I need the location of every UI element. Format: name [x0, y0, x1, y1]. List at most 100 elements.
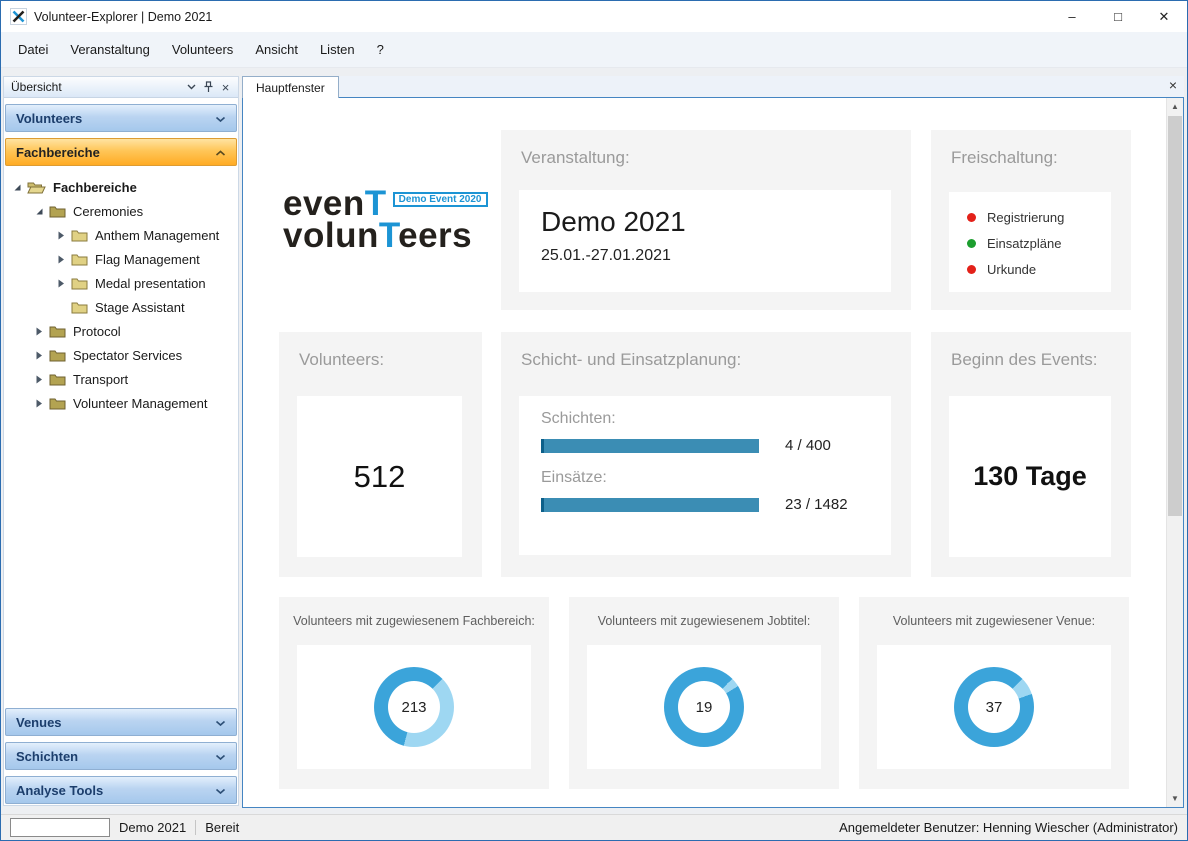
freischaltung-legend: Registrierung Einsatzpläne Urkunde: [949, 192, 1111, 282]
tree-collapsed-icon[interactable]: [57, 231, 71, 240]
folder-icon: [49, 397, 66, 410]
beginn-card: Beginn des Events: 130 Tage: [931, 332, 1131, 577]
donut-title-venue: Volunteers mit zugewiesener Venue:: [865, 614, 1123, 628]
volunteers-title: Volunteers:: [299, 350, 384, 370]
panel-menu-chevron-icon[interactable]: [183, 79, 200, 96]
sidebar-group-venues-label: Venues: [16, 715, 62, 730]
sidebar-group-analyse-tools[interactable]: Analyse Tools: [5, 776, 237, 804]
tree-expanded-icon[interactable]: [13, 183, 27, 192]
schichten-label: Schichten:: [541, 410, 891, 428]
schichten-progress-row: 4 / 400: [541, 437, 891, 454]
tree-item-label: Spectator Services: [73, 348, 182, 363]
status-dot-green: [967, 239, 976, 248]
days-until-event: 130 Tage: [973, 461, 1087, 492]
tree-collapsed-icon[interactable]: [35, 375, 49, 384]
donut-chart-fachbereich: 213: [374, 667, 454, 747]
freischaltung-title: Freischaltung:: [951, 148, 1058, 168]
app-window: Volunteer-Explorer | Demo 2021 – □ ✕ Dat…: [0, 0, 1188, 841]
status-dot-red: [967, 265, 976, 274]
menu-item-hilfe[interactable]: ?: [366, 37, 395, 62]
menu-item-datei[interactable]: Datei: [7, 37, 59, 62]
sidebar-group-analyse-tools-label: Analyse Tools: [16, 783, 103, 798]
tree-item-label: Protocol: [73, 324, 121, 339]
tree-item-protocol[interactable]: Protocol: [4, 319, 238, 343]
einsaetze-progress-value: 23 / 1482: [785, 496, 848, 513]
tree-collapsed-icon[interactable]: [35, 351, 49, 360]
tree-item-label: Stage Assistant: [95, 300, 185, 315]
tree-collapsed-icon[interactable]: [57, 255, 71, 264]
donut-value-jobtitel: 19: [696, 699, 713, 716]
tree-item-anthem-management[interactable]: Anthem Management: [4, 223, 238, 247]
menu-item-volunteers[interactable]: Volunteers: [161, 37, 244, 62]
sidebar-group-volunteers[interactable]: Volunteers: [5, 104, 237, 132]
veranstaltung-title: Veranstaltung:: [521, 148, 630, 168]
legend-item-registrierung: Registrierung: [967, 204, 1111, 230]
statusbar-user: Angemeldeter Benutzer: Henning Wiescher …: [839, 820, 1178, 835]
donut-chart-jobtitel: 19: [664, 667, 744, 747]
vertical-scrollbar[interactable]: ▲ ▼: [1166, 98, 1183, 807]
menu-item-ansicht[interactable]: Ansicht: [244, 37, 309, 62]
event-name: Demo 2021: [541, 206, 891, 238]
sidebar-group-schichten[interactable]: Schichten: [5, 742, 237, 770]
sidebar-group-fachbereiche[interactable]: Fachbereiche: [5, 138, 237, 166]
tree-item-spectator-services[interactable]: Spectator Services: [4, 343, 238, 367]
donut-value-fachbereich: 213: [401, 699, 426, 716]
folder-icon: [71, 229, 88, 242]
scroll-down-icon[interactable]: ▼: [1167, 790, 1183, 807]
main-area: Hauptfenster × evenTDemo Event 2020 volu…: [242, 76, 1184, 808]
folder-icon: [71, 253, 88, 266]
tab-close-icon[interactable]: ×: [1169, 78, 1177, 92]
scroll-up-icon[interactable]: ▲: [1167, 98, 1183, 115]
donut-title-jobtitel: Volunteers mit zugewiesenem Jobtitel:: [575, 614, 833, 628]
tree-collapsed-icon[interactable]: [35, 327, 49, 336]
tree-item-ceremonies[interactable]: Ceremonies: [4, 199, 238, 223]
volunteers-count: 512: [354, 459, 406, 495]
scrollbar-thumb[interactable]: [1168, 116, 1182, 516]
tree-collapsed-icon[interactable]: [35, 399, 49, 408]
panel-close-icon[interactable]: ×: [217, 79, 234, 96]
tree-item-label: Fachbereiche: [53, 180, 137, 195]
tree-item-fachbereiche[interactable]: Fachbereiche: [4, 175, 238, 199]
folder-icon: [49, 349, 66, 362]
statusbar-input[interactable]: [10, 818, 110, 837]
einsaetze-progress-row: 23 / 1482: [541, 496, 891, 513]
schichten-progress-value: 4 / 400: [785, 437, 831, 454]
volunteers-card: Volunteers: 512: [279, 332, 482, 577]
donut-card-fachbereich: Volunteers mit zugewiesenem Fachbereich:…: [279, 597, 549, 789]
app-icon: [10, 8, 27, 25]
folder-icon: [49, 325, 66, 338]
einsaetze-progress-bar: [541, 498, 759, 512]
close-button[interactable]: ✕: [1141, 1, 1187, 32]
tree-item-volunteer-management[interactable]: Volunteer Management: [4, 391, 238, 415]
tree-item-transport[interactable]: Transport: [4, 367, 238, 391]
sidebar-group-schichten-label: Schichten: [16, 749, 78, 764]
folder-icon: [71, 301, 88, 314]
maximize-button[interactable]: □: [1095, 1, 1141, 32]
planung-title: Schicht- und Einsatzplanung:: [521, 350, 741, 370]
einsaetze-label: Einsätze:: [541, 469, 891, 487]
dashboard-content: evenTDemo Event 2020 volunTeers Veransta…: [242, 97, 1184, 808]
legend-item-einsatzplaene: Einsatzpläne: [967, 230, 1111, 256]
chevron-down-icon: [215, 111, 226, 126]
menu-item-listen[interactable]: Listen: [309, 37, 366, 62]
minimize-button[interactable]: –: [1049, 1, 1095, 32]
donut-chart-venue: 37: [954, 667, 1034, 747]
tree-collapsed-icon[interactable]: [57, 279, 71, 288]
window-title: Volunteer-Explorer | Demo 2021: [34, 10, 212, 24]
tree-item-medal-presentation[interactable]: Medal presentation: [4, 271, 238, 295]
menubar: Datei Veranstaltung Volunteers Ansicht L…: [1, 32, 1187, 68]
sidebar-panel: Übersicht × Volunteers Fachbereiche: [3, 76, 239, 806]
logo-text-accent: T: [379, 216, 398, 255]
tree-item-flag-management[interactable]: Flag Management: [4, 247, 238, 271]
tree-expanded-icon[interactable]: [35, 207, 49, 216]
menu-item-veranstaltung[interactable]: Veranstaltung: [59, 37, 161, 62]
logo-card: evenTDemo Event 2020 volunTeers: [279, 130, 482, 310]
tab-hauptfenster[interactable]: Hauptfenster: [242, 76, 339, 98]
statusbar-event: Demo 2021: [119, 820, 186, 835]
tree-item-stage-assistant[interactable]: Stage Assistant: [4, 295, 238, 319]
chevron-down-icon: [215, 783, 226, 798]
statusbar: Demo 2021 Bereit Angemeldeter Benutzer: …: [1, 814, 1187, 840]
sidebar-group-venues[interactable]: Venues: [5, 708, 237, 736]
tabstrip: Hauptfenster ×: [242, 76, 1184, 97]
pin-icon[interactable]: [200, 79, 217, 96]
